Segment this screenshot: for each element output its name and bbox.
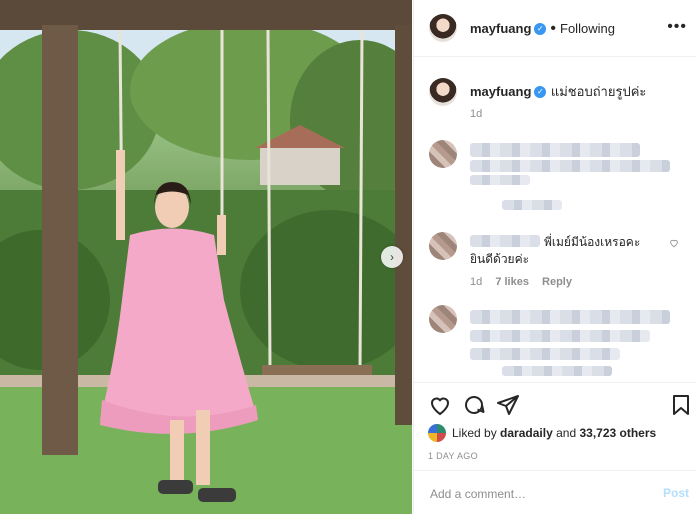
post-date: 1 DAY AGO [428, 451, 478, 461]
post-panel: mayfuang ✓ • Following ••• mayfuang ✓ แม่ชอบ… [413, 0, 696, 514]
blurred-comment-text [470, 160, 670, 172]
comment-meta: 1d 7 likes Reply [470, 276, 572, 288]
caption: mayfuang ✓ แม่ชอบถ่ายรูปค่ะ [470, 81, 685, 102]
comment-input[interactable] [428, 483, 652, 505]
post-image[interactable]: › [0, 0, 412, 514]
comment-text-line2: ยินดีด้วยค่ะ [470, 252, 530, 266]
blurred-comment-text [470, 175, 530, 185]
caption-avatar[interactable] [429, 78, 457, 106]
verified-badge-icon: ✓ [534, 85, 547, 98]
liker-username[interactable]: daradaily [500, 426, 553, 440]
more-options-icon[interactable]: ••• [667, 18, 687, 36]
avatar [429, 232, 457, 260]
post-photo [0, 0, 412, 514]
post-button[interactable]: Post [663, 486, 689, 500]
comment-heart-icon[interactable] [669, 238, 679, 248]
blurred-comment-text [470, 330, 650, 342]
post-header: mayfuang ✓ • Following ••• [414, 0, 696, 57]
blurred-comment-meta [502, 366, 612, 376]
blurred-comment-text [470, 348, 620, 360]
blurred-username [470, 235, 540, 247]
likes-prefix: Liked by [452, 426, 497, 440]
blurred-comment-meta [502, 200, 562, 210]
following-button[interactable]: Following [560, 21, 615, 36]
bookmark-icon[interactable] [669, 393, 693, 417]
blurred-comment-text [470, 310, 670, 324]
separator: • [550, 20, 557, 37]
header-user: mayfuang ✓ • Following [470, 20, 615, 38]
heart-icon[interactable] [428, 393, 452, 417]
avatar [429, 140, 457, 168]
comment-icon[interactable] [462, 393, 486, 417]
comment-likes[interactable]: 7 likes [495, 276, 529, 288]
comment-text-line1: พี่เมย์มีน้องเหรอคะ [544, 235, 641, 249]
caption-text: แม่ชอบถ่ายรูปค่ะ [550, 84, 647, 99]
next-image-button[interactable]: › [381, 246, 403, 268]
chevron-right-icon: › [390, 250, 394, 264]
likes-count[interactable]: 33,723 others [579, 426, 656, 440]
liker-avatar[interactable] [428, 424, 446, 442]
caption-time: 1d [470, 108, 483, 120]
likes-summary: Liked by daradaily and 33,723 others [428, 424, 656, 442]
verified-badge-icon: ✓ [534, 22, 547, 35]
avatar [429, 305, 457, 333]
reply-button[interactable]: Reply [542, 276, 572, 288]
likes-and: and [556, 426, 577, 440]
caption-username[interactable]: mayfuang [470, 84, 531, 99]
comment-time: 1d [470, 276, 483, 288]
action-bar [414, 382, 696, 416]
comment-box: Post [414, 470, 696, 515]
header-username[interactable]: mayfuang [470, 21, 531, 36]
share-icon[interactable] [496, 393, 520, 417]
blurred-comment-text [470, 143, 640, 157]
avatar[interactable] [429, 14, 457, 42]
